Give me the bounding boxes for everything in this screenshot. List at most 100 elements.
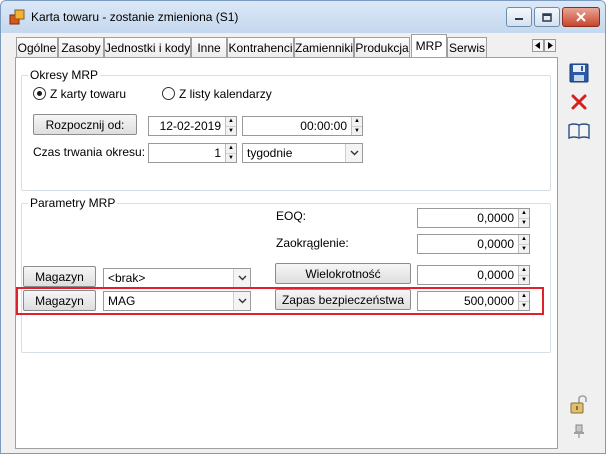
zaokraglenie-spinner[interactable]: ▲ ▼ [518, 235, 529, 253]
spin-up-icon[interactable]: ▲ [226, 117, 236, 127]
tab-zamienniki[interactable]: Zamienniki [294, 37, 354, 57]
duration-unit-select[interactable]: tygodnie [242, 143, 363, 163]
magazyn-button-2[interactable]: Magazyn [23, 290, 96, 311]
lock-icon [570, 395, 587, 414]
tab-ogolne[interactable]: Ogólne [16, 37, 58, 57]
field-value: <brak> [108, 271, 146, 285]
zapas-bezpieczenstwa-button[interactable]: Zapas bezpieczeństwa [275, 289, 411, 310]
book-icon [568, 123, 590, 140]
spin-down-icon[interactable]: ▼ [519, 275, 529, 284]
radio-z-karty-towaru[interactable] [33, 87, 46, 100]
tab-label: Produkcja [355, 40, 409, 55]
spin-up-icon[interactable]: ▲ [519, 266, 529, 276]
chevron-down-icon[interactable] [233, 292, 250, 310]
spin-down-icon[interactable]: ▼ [519, 301, 529, 310]
maximize-button[interactable] [534, 7, 560, 27]
tab-label: Jednostki i kody [104, 40, 191, 55]
field-value: MAG [108, 294, 136, 308]
chevron-down-icon[interactable] [345, 144, 362, 162]
group-legend: Parametry MRP [28, 196, 118, 210]
radio-label: Z listy kalendarzy [179, 87, 272, 101]
tab-mrp[interactable]: MRP [411, 34, 447, 57]
spin-down-icon[interactable]: ▼ [519, 218, 529, 227]
spin-up-icon[interactable]: ▲ [519, 292, 529, 302]
duration-spinner[interactable]: ▲ ▼ [225, 144, 236, 162]
group-legend: Okresy MRP [28, 68, 101, 82]
spin-down-icon[interactable]: ▼ [352, 126, 362, 135]
radio-label: Z karty towaru [50, 87, 127, 101]
date-spinner[interactable]: ▲ ▼ [225, 117, 236, 135]
tab-label: Zasoby [61, 40, 101, 55]
field-value: 12-02-2019 [159, 119, 221, 133]
tab-label: Inne [197, 40, 221, 55]
start-time-field[interactable]: 00:00:00 ▲ ▼ [242, 116, 363, 136]
field-value: 1 [214, 146, 221, 160]
tab-label: Ogólne [17, 40, 57, 55]
tab-kontrahenci[interactable]: Kontrahenci [227, 37, 294, 57]
spin-up-icon[interactable]: ▲ [519, 209, 529, 219]
spin-down-icon[interactable]: ▼ [226, 153, 236, 162]
field-value: 0,0000 [477, 211, 514, 225]
wielokrotnosc-spinner[interactable]: ▲ ▼ [518, 266, 529, 284]
button-label: Magazyn [35, 293, 84, 308]
tab-serwis[interactable]: Serwis [447, 37, 487, 57]
tab-label: Serwis [448, 40, 485, 55]
tab-label: MRP [415, 39, 443, 53]
tab-scroll-right-button[interactable] [544, 39, 556, 52]
eoq-field[interactable]: 0,0000 ▲ ▼ [417, 208, 530, 228]
spin-up-icon[interactable]: ▲ [519, 235, 529, 245]
app-icon [9, 9, 25, 25]
eoq-spinner[interactable]: ▲ ▼ [518, 209, 529, 227]
delete-icon [571, 94, 587, 110]
radio-z-listy-kalendarzy[interactable] [162, 87, 175, 100]
tab-label: Kontrahenci [228, 40, 293, 55]
tab-zasoby[interactable]: Zasoby [58, 37, 104, 57]
pin-button[interactable] [567, 419, 591, 443]
spin-down-icon[interactable]: ▼ [226, 126, 236, 135]
triangle-left-icon [535, 42, 540, 49]
chevron-down-icon[interactable] [233, 269, 250, 287]
tab-produkcja[interactable]: Produkcja [354, 37, 410, 57]
close-icon [576, 12, 586, 22]
spin-up-icon[interactable]: ▲ [226, 144, 236, 154]
field-value: 00:00:00 [300, 119, 347, 133]
title-bar[interactable]: Karta towaru - zostanie zmieniona (S1) [1, 1, 605, 33]
duration-label: Czas trwania okresu: [33, 145, 146, 159]
delete-button[interactable] [567, 90, 591, 114]
tab-inne[interactable]: Inne [191, 37, 227, 57]
save-icon [569, 63, 589, 83]
pin-icon [574, 424, 584, 438]
button-label: Wielokrotność [305, 266, 381, 281]
save-button[interactable] [567, 61, 591, 85]
button-label: Magazyn [35, 269, 84, 284]
spin-down-icon[interactable]: ▼ [519, 244, 529, 253]
field-value: 500,0000 [463, 294, 514, 308]
close-window-button[interactable] [562, 7, 600, 27]
tab-label: Zamienniki [294, 40, 354, 55]
zapas-spinner[interactable]: ▲ ▼ [518, 292, 529, 310]
spin-up-icon[interactable]: ▲ [352, 117, 362, 127]
duration-value-field[interactable]: 1 ▲ ▼ [148, 143, 237, 163]
tab-jednostki-i-kody[interactable]: Jednostki i kody [104, 37, 191, 57]
magazyn-select-2[interactable]: MAG [103, 291, 251, 311]
help-button[interactable] [567, 119, 591, 143]
rozpocznij-od-button[interactable]: Rozpocznij od: [33, 114, 137, 135]
button-label: Rozpocznij od: [45, 117, 125, 132]
field-value: tygodnie [247, 146, 293, 160]
zapas-bezpieczenstwa-field[interactable]: 500,0000 ▲ ▼ [417, 291, 530, 311]
minimize-icon [515, 18, 523, 20]
wielokrotnosc-button[interactable]: Wielokrotność [275, 263, 411, 284]
tab-scroll-left-button[interactable] [532, 39, 544, 52]
zaokraglenie-label: Zaokrąglenie: [276, 236, 349, 250]
zaokraglenie-field[interactable]: 0,0000 ▲ ▼ [417, 234, 530, 254]
minimize-button[interactable] [506, 7, 532, 27]
time-spinner[interactable]: ▲ ▼ [351, 117, 362, 135]
magazyn-select-1[interactable]: <brak> [103, 268, 251, 288]
lock-button[interactable] [567, 393, 591, 417]
start-date-field[interactable]: 12-02-2019 ▲ ▼ [148, 116, 237, 136]
magazyn-button-1[interactable]: Magazyn [23, 266, 96, 287]
maximize-icon [542, 12, 552, 22]
button-label: Zapas bezpieczeństwa [281, 292, 405, 307]
item-card-window: Karta towaru - zostanie zmieniona (S1) O… [0, 0, 606, 454]
wielokrotnosc-field[interactable]: 0,0000 ▲ ▼ [417, 265, 530, 285]
